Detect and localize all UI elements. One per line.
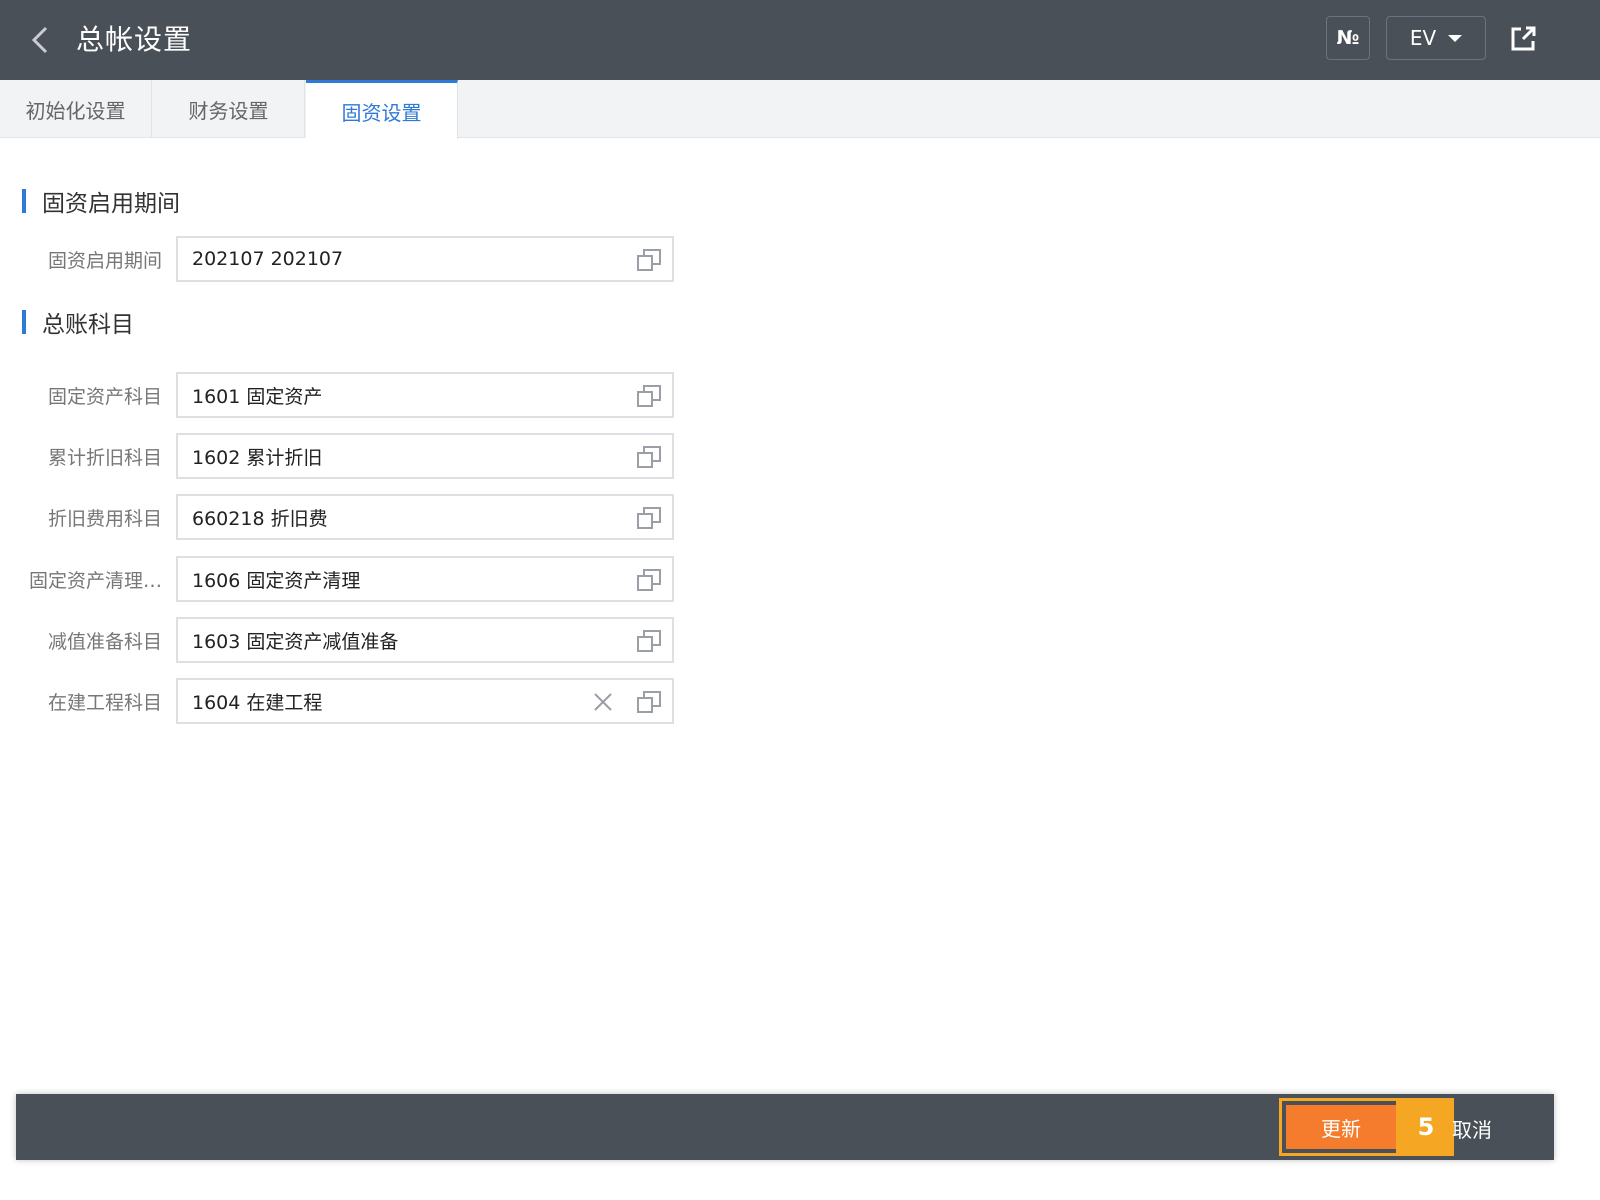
field-label: 在建工程科目	[47, 692, 162, 714]
clear-icon[interactable]	[592, 691, 614, 713]
tab-bar: 初始化设置 财务设置 固资设置	[0, 80, 1600, 139]
section-marker	[22, 189, 26, 213]
field-label: 固资启用期间	[47, 250, 162, 272]
asset-period-field[interactable]: 202107 202107	[176, 236, 674, 282]
field-value: 1602 累计折旧	[192, 446, 323, 469]
top-header: 总帐设置 № EV	[0, 0, 1600, 80]
field-label: 减值准备科目	[47, 631, 162, 653]
ev-dropdown-label: EV	[1409, 26, 1437, 50]
field-value: 1601 固定资产	[192, 385, 323, 408]
field-value: 1603 固定资产减值准备	[192, 630, 399, 653]
field-label: 固定资产清理…	[28, 570, 162, 592]
share-icon[interactable]	[1508, 24, 1538, 54]
copy-icon[interactable]	[636, 445, 662, 469]
depreciation-expense-field[interactable]: 660218 折旧费	[176, 494, 674, 540]
tab-finance-settings[interactable]: 财务设置	[153, 80, 305, 138]
field-value: 660218 折旧费	[192, 507, 328, 530]
copy-icon[interactable]	[636, 690, 662, 714]
page-title: 总帐设置	[76, 23, 193, 56]
tab-init-settings[interactable]: 初始化设置	[0, 80, 152, 138]
numbering-button-label: №	[1336, 27, 1360, 49]
caret-down-icon	[1448, 34, 1463, 42]
copy-icon[interactable]	[636, 629, 662, 653]
tab-asset-settings[interactable]: 固资设置	[306, 80, 458, 139]
copy-icon[interactable]	[636, 568, 662, 592]
numbering-button[interactable]: №	[1326, 16, 1370, 60]
construction-in-progress-field[interactable]: 1604 在建工程	[176, 678, 674, 724]
section-marker	[22, 310, 26, 334]
fixed-asset-account-field[interactable]: 1601 固定资产	[176, 372, 674, 418]
cancel-button[interactable]: 取消	[1452, 1110, 1492, 1146]
ev-dropdown[interactable]: EV	[1386, 16, 1486, 60]
field-value: 202107 202107	[192, 248, 344, 270]
field-label: 固定资产科目	[47, 386, 162, 408]
asset-disposal-field[interactable]: 1606 固定资产清理	[176, 556, 674, 602]
section-gl-accounts: 总账科目	[22, 307, 134, 338]
copy-icon[interactable]	[636, 248, 662, 272]
section-title: 固资启用期间	[42, 191, 180, 217]
section-title: 总账科目	[42, 312, 134, 338]
update-button[interactable]: 更新	[1286, 1105, 1396, 1149]
back-icon[interactable]	[26, 24, 56, 56]
copy-icon[interactable]	[636, 384, 662, 408]
field-label: 累计折旧科目	[47, 447, 162, 469]
field-value: 1606 固定资产清理	[192, 569, 361, 592]
section-asset-period: 固资启用期间	[22, 186, 180, 217]
copy-icon[interactable]	[636, 506, 662, 530]
impairment-reserve-field[interactable]: 1603 固定资产减值准备	[176, 617, 674, 663]
field-label: 折旧费用科目	[47, 508, 162, 530]
step-badge: 5	[1398, 1098, 1454, 1156]
accumulated-depreciation-field[interactable]: 1602 累计折旧	[176, 433, 674, 479]
